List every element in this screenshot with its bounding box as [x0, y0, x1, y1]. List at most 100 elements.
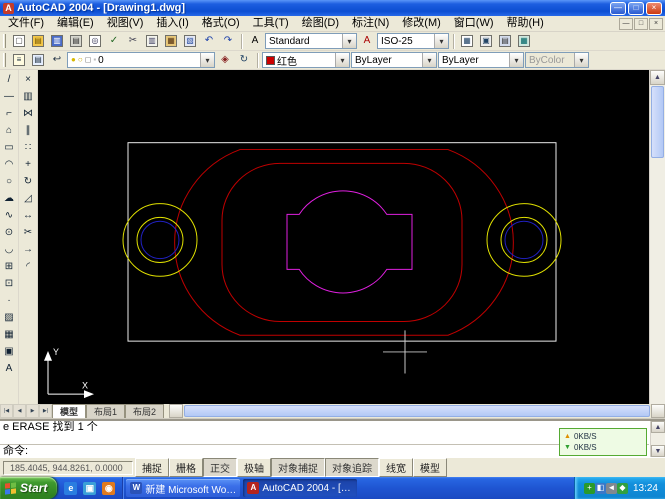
start-button[interactable]: Start: [0, 477, 58, 499]
scale-button[interactable]: ◿: [20, 190, 37, 207]
layer-states-button[interactable]: ▤: [29, 52, 47, 69]
region-button[interactable]: ▣: [1, 343, 18, 360]
menu-insert[interactable]: 插入(I): [150, 16, 194, 31]
text-style-combo[interactable]: Standard: [265, 33, 357, 49]
spelling-button[interactable]: ✓: [105, 33, 123, 50]
show-desktop-button[interactable]: ▣: [81, 480, 98, 497]
copy-object-button[interactable]: ▥: [20, 88, 37, 105]
rotate-button[interactable]: ↻: [20, 173, 37, 190]
paste-button[interactable]: ▦: [162, 33, 180, 50]
toolbars-button[interactable]: ▣: [477, 33, 495, 50]
mdi-close-icon[interactable]: [649, 17, 663, 30]
tab-nav-prev-button[interactable]: ◀: [13, 404, 26, 418]
status-toggle-snap[interactable]: 捕捉: [135, 458, 169, 477]
new-button[interactable]: ▢: [10, 33, 28, 50]
command-prompt-line[interactable]: 命令:: [0, 444, 649, 457]
revision-cloud-button[interactable]: ☁: [1, 190, 18, 207]
construction-line-button[interactable]: —: [1, 88, 18, 105]
polygon-button[interactable]: ⌂: [1, 122, 18, 139]
tab-nav-first-button[interactable]: |◀: [0, 404, 13, 418]
dim-style-button[interactable]: A: [358, 33, 376, 50]
menu-window[interactable]: 窗口(W): [448, 16, 500, 31]
center-keyed-profile[interactable]: [286, 190, 413, 294]
ie-button[interactable]: e: [62, 480, 79, 497]
linetype-combo[interactable]: ByLayer: [351, 52, 437, 68]
offset-button[interactable]: ∥: [20, 122, 37, 139]
plot-preview-button[interactable]: ◎: [86, 33, 104, 50]
layers-button[interactable]: ≡: [10, 52, 28, 69]
ellipse-arc-button[interactable]: ◡: [1, 241, 18, 258]
left-boss-hole[interactable]: [140, 220, 180, 260]
menu-help[interactable]: 帮助(H): [501, 16, 550, 31]
tab-nav-last-button[interactable]: ▶|: [39, 404, 52, 418]
array-button[interactable]: ∷: [20, 139, 37, 156]
chevron-down-icon[interactable]: [434, 34, 448, 48]
move-button[interactable]: +: [20, 156, 37, 173]
rectangle-button[interactable]: ▭: [1, 139, 18, 156]
toolbar-grip[interactable]: [3, 34, 6, 48]
canvas-horizontal-scrollbar[interactable]: [169, 404, 665, 418]
status-toggle-otrack[interactable]: 对象追踪: [325, 458, 379, 477]
layer-previous-button[interactable]: ↩: [48, 52, 66, 69]
trim-button[interactable]: ✂: [20, 224, 37, 241]
left-boss-mid[interactable]: [136, 216, 184, 264]
chevron-down-icon[interactable]: [422, 53, 436, 67]
arc-button[interactable]: ◠: [1, 156, 18, 173]
media-player-button[interactable]: ◉: [100, 480, 117, 497]
mtext-button[interactable]: A: [1, 360, 18, 377]
menu-tools[interactable]: 工具(T): [247, 16, 295, 31]
taskbar-task-1[interactable]: AAutoCAD 2004 - [Dra...: [243, 479, 358, 497]
status-toggle-polar[interactable]: 极轴: [237, 458, 271, 477]
status-toggle-osnap[interactable]: 对象捕捉: [271, 458, 325, 477]
menu-format[interactable]: 格式(O): [196, 16, 246, 31]
mdi-minimize-icon[interactable]: [619, 17, 633, 30]
menu-edit[interactable]: 编辑(E): [51, 16, 100, 31]
taskbar-task-0[interactable]: W 新建 Microsoft Word ...: [126, 479, 241, 497]
save-button[interactable]: ▥: [48, 33, 66, 50]
plot-button[interactable]: ▤: [67, 33, 85, 50]
properties-button[interactable]: ▤: [496, 33, 514, 50]
left-boss-outer[interactable]: [122, 203, 198, 277]
status-toggle-grid[interactable]: 栅格: [169, 458, 203, 477]
mirror-button[interactable]: ⋈: [20, 105, 37, 122]
layer-combo[interactable]: ● ○ ◻ ▪ 0: [67, 52, 215, 68]
horizontal-scroll-thumb[interactable]: [184, 405, 650, 417]
line-button[interactable]: /: [1, 71, 18, 88]
layer-update-button[interactable]: ↻: [235, 52, 253, 69]
undo-button[interactable]: ↶: [200, 33, 218, 50]
right-boss-hole[interactable]: [504, 220, 544, 260]
tab-layout2[interactable]: 布局2: [125, 404, 165, 418]
tab-model[interactable]: 模型: [52, 404, 87, 418]
close-icon[interactable]: [646, 1, 662, 15]
spline-button[interactable]: ∿: [1, 207, 18, 224]
status-toggle-lwt[interactable]: 线宽: [379, 458, 413, 477]
chevron-down-icon[interactable]: [342, 34, 356, 48]
part-outline-rect[interactable]: [127, 142, 557, 342]
stretch-button[interactable]: ↔: [20, 207, 37, 224]
gradient-button[interactable]: ▦: [1, 326, 18, 343]
scroll-up-icon[interactable]: [651, 421, 665, 433]
copy-button[interactable]: ▥: [143, 33, 161, 50]
open-button[interactable]: ▤: [29, 33, 47, 50]
circle-button[interactable]: ○: [1, 173, 18, 190]
cut-button[interactable]: ✂: [124, 33, 142, 50]
design-center-button[interactable]: ▦: [515, 33, 533, 50]
color-combo[interactable]: 红色: [262, 52, 350, 68]
scroll-right-icon[interactable]: [651, 404, 665, 418]
menu-view[interactable]: 视图(V): [101, 16, 150, 31]
right-boss-outer[interactable]: [486, 203, 562, 277]
status-toggle-model[interactable]: 模型: [413, 458, 447, 477]
status-toggle-ortho[interactable]: 正交: [203, 458, 237, 477]
lineweight-combo[interactable]: ByLayer: [438, 52, 524, 68]
insert-block-button[interactable]: ⊞: [1, 258, 18, 275]
toolbar-grip[interactable]: [3, 53, 6, 67]
tab-nav-next-button[interactable]: ▶: [26, 404, 39, 418]
chevron-down-icon[interactable]: [509, 53, 523, 67]
ellipse-button[interactable]: ⊙: [1, 224, 18, 241]
drawing-canvas[interactable]: YX: [38, 70, 649, 404]
make-object-layer-button[interactable]: ◈: [216, 52, 234, 69]
extend-button[interactable]: →: [20, 241, 37, 258]
outer-stadium[interactable]: [174, 149, 514, 336]
vertical-scroll-thumb[interactable]: [651, 86, 664, 158]
point-button[interactable]: ·: [1, 292, 18, 309]
